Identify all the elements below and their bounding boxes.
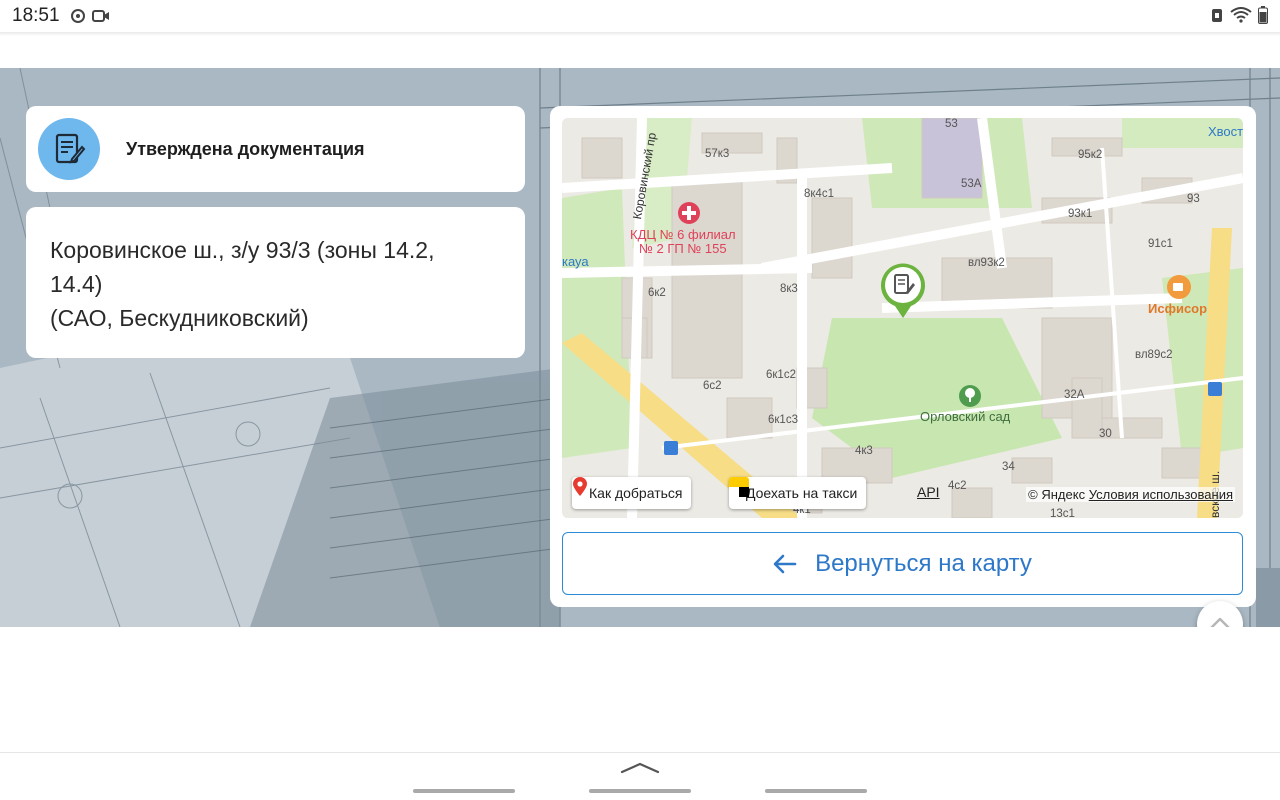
address-text: Коровинское ш., з/у 93/3 (зоны 14.2, 14.… (50, 237, 435, 331)
map-label-building: 32А (1064, 389, 1085, 401)
map-label-building: 30 (1099, 428, 1112, 440)
map-label-building: 6к1с2 (766, 369, 796, 381)
map-label-building: 95к2 (1078, 149, 1103, 161)
terms-link[interactable]: Условия использования (1089, 487, 1233, 502)
copyright-text: © Яндекс (1028, 487, 1086, 502)
map-label-park: Орловский сад (920, 409, 1011, 424)
map-card: Коровинский пр КДЦ № 6 филиал № 2 ГП № 1… (550, 106, 1256, 607)
nav-pill-right[interactable] (765, 789, 867, 793)
sync-icon (70, 8, 86, 24)
map-label-hvost: Хвост (1208, 124, 1243, 139)
wifi-icon (1230, 7, 1252, 27)
map-label-cafe: Исфисор (1148, 301, 1208, 316)
back-to-map-button[interactable]: Вернуться на карту (562, 532, 1243, 595)
video-camera-icon (91, 8, 109, 24)
map-label-building: 93 (1187, 193, 1200, 205)
expand-up-icon[interactable] (620, 759, 660, 778)
map-label-building: 8к3 (780, 283, 798, 295)
map-label-building: 6с2 (703, 380, 722, 392)
map-label-poi: КДЦ № 6 филиал № 2 ГП № 155 (630, 227, 736, 256)
map-label-building: 53 (945, 118, 958, 130)
map-label-building: вл93к2 (968, 257, 1005, 269)
page-bottom-area (0, 627, 1280, 752)
document-edit-icon (38, 118, 100, 180)
nav-pill-left[interactable] (413, 789, 515, 793)
alarm-icon (1210, 7, 1224, 27)
address-card: Коровинское ш., з/у 93/3 (зоны 14.2, 14.… (26, 207, 525, 358)
bus-stop-icon (1208, 382, 1222, 396)
battery-icon (1258, 6, 1268, 28)
map-label-building: 13с1 (1050, 508, 1075, 518)
arrow-left-icon (773, 554, 797, 574)
status-bar: 18:51 (0, 0, 1280, 32)
top-divider (0, 32, 1280, 36)
nav-pill-center[interactable] (589, 789, 691, 793)
status-title: Утверждена документация (126, 138, 365, 159)
map-view[interactable]: Коровинский пр КДЦ № 6 филиал № 2 ГП № 1… (562, 118, 1243, 518)
map-label-building: 6к2 (648, 287, 666, 299)
bus-stop-icon (664, 441, 678, 455)
api-link[interactable]: API (917, 484, 940, 500)
route-button-label: Как добраться (589, 485, 683, 501)
map-label-building: 53А (961, 178, 982, 190)
map-label-building: 93к1 (1068, 208, 1093, 220)
route-button[interactable]: Как добраться (572, 477, 692, 509)
map-label-kaya: кауа (562, 254, 589, 269)
map-label-building: 8к4с1 (804, 188, 834, 200)
status-time: 18:51 (12, 5, 60, 26)
map-label-building: 57к3 (705, 148, 730, 160)
map-label-building: 4с2 (948, 480, 967, 492)
taxi-button-label: Доехать на такси (746, 485, 858, 501)
taxi-button[interactable]: Доехать на такси (729, 477, 867, 509)
map-label-building: 6к1с3 (768, 414, 798, 426)
map-label-building: 4к3 (855, 445, 873, 457)
status-card: Утверждена документация (26, 106, 525, 192)
back-to-map-label: Вернуться на карту (815, 549, 1032, 577)
map-label-building: 34 (1002, 461, 1015, 473)
map-label-building: 91с1 (1148, 238, 1173, 250)
system-navigation-bar (0, 752, 1280, 800)
map-copyright: © Яндекс Условия использования (1026, 487, 1235, 502)
map-label-building: вл89с2 (1135, 349, 1173, 361)
